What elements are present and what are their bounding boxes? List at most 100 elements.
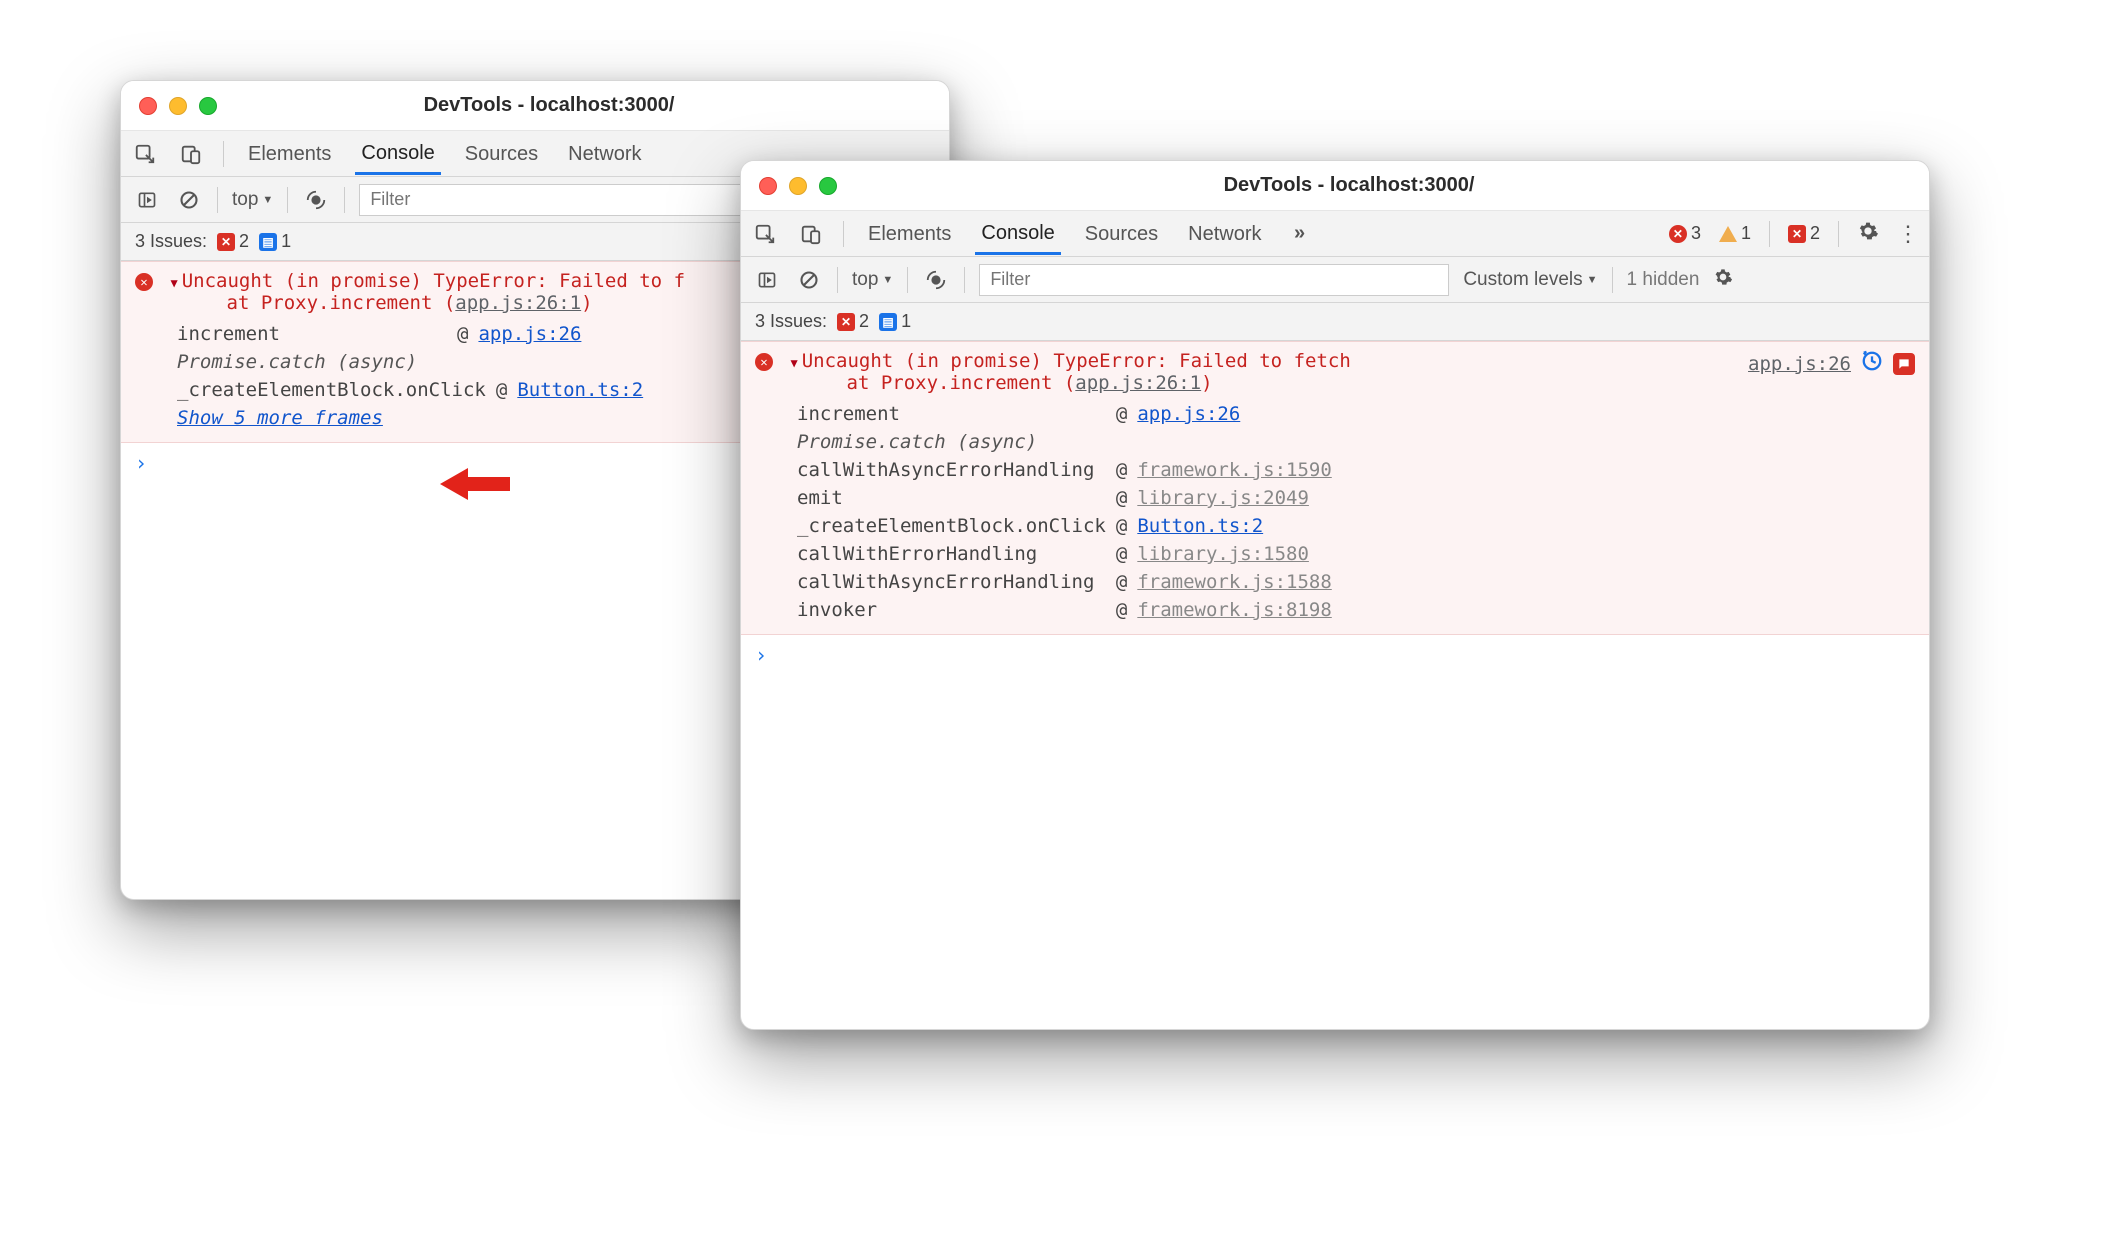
issues-label: 3 Issues:	[135, 231, 207, 252]
stack-location-link[interactable]: Button.ts:2	[1137, 515, 1263, 537]
stack-fn: _createElementBlock.onClick	[177, 379, 486, 401]
error-count-badge[interactable]: ✕ 3	[1669, 223, 1701, 244]
console-settings-icon[interactable]	[1713, 267, 1733, 293]
stack-at: @	[1116, 571, 1127, 593]
warning-count-badge[interactable]: 1	[1719, 223, 1751, 244]
window-title: DevTools - localhost:3000/	[847, 174, 1851, 197]
stack-fn: callWithAsyncErrorHandling	[797, 571, 1106, 593]
divider	[287, 187, 288, 213]
stack-fn: emit	[797, 487, 1106, 509]
divider	[907, 267, 908, 293]
device-icon[interactable]	[797, 220, 825, 248]
inspect-icon[interactable]	[131, 140, 159, 168]
stack-frame: _createElementBlock.onClick@Button.ts:2	[797, 512, 1915, 540]
stack-location-link[interactable]: framework.js:1590	[1137, 459, 1331, 481]
issues-error-badge[interactable]: ✕ 2	[837, 311, 869, 332]
feedback-icon[interactable]	[1893, 353, 1915, 375]
async-boundary: Promise.catch (async)	[177, 351, 417, 373]
context-selector[interactable]: top ▼	[852, 269, 893, 291]
chevron-down-icon[interactable]: ▼	[170, 276, 177, 290]
console-body: app.js:26 ✕ ▼Uncaught (in promise) TypeE…	[741, 341, 1929, 675]
error-source-link[interactable]: app.js:26	[1748, 353, 1851, 375]
stack-at: @	[457, 323, 468, 345]
tabstrip: Elements Console Sources Network » ✕ 3 1…	[741, 211, 1929, 257]
issues-error-badge[interactable]: ✕ 2	[217, 231, 249, 252]
kebab-menu-icon[interactable]: ⋮	[1897, 221, 1919, 247]
stack-fn: _createElementBlock.onClick	[797, 515, 1106, 537]
error-icon: ✕	[755, 353, 773, 371]
error-icon: ✕	[135, 273, 153, 291]
tab-sources[interactable]: Sources	[459, 133, 544, 175]
issues-quick-badge[interactable]: ✕ 2	[1788, 223, 1820, 244]
stack-location-link[interactable]: library.js:1580	[1137, 543, 1309, 565]
gear-icon[interactable]	[1857, 220, 1879, 248]
sidebar-toggle-icon[interactable]	[753, 266, 781, 294]
annotation-arrow-icon	[440, 465, 510, 503]
stack-frame: callWithAsyncErrorHandling @ framework.js…	[797, 568, 1915, 596]
console-prompt[interactable]: ›	[741, 635, 1929, 675]
levels-selector[interactable]: Custom levels ▼	[1463, 269, 1597, 291]
issues-bar: 3 Issues: ✕ 2 ▤ 1	[741, 303, 1929, 341]
tab-network[interactable]: Network	[562, 133, 647, 175]
minimize-icon[interactable]	[789, 177, 807, 195]
live-expression-icon[interactable]	[302, 186, 330, 214]
tab-console[interactable]: Console	[975, 212, 1060, 255]
tab-network[interactable]: Network	[1182, 213, 1267, 255]
console-toolbar: top ▼ Custom levels ▼ 1 hidden	[741, 257, 1929, 303]
zoom-icon[interactable]	[199, 97, 217, 115]
traffic-lights	[139, 97, 217, 115]
error-message: Uncaught (in promise) TypeError: Failed …	[135, 270, 685, 314]
issues-message-badge[interactable]: ▤ 1	[259, 231, 291, 252]
divider	[223, 141, 224, 167]
divider	[843, 221, 844, 247]
divider	[1769, 221, 1770, 247]
tab-console[interactable]: Console	[355, 132, 440, 175]
filter-input[interactable]	[979, 264, 1449, 296]
stack-location-link[interactable]: framework.js:1588	[1137, 571, 1331, 593]
minimize-icon[interactable]	[169, 97, 187, 115]
context-selector[interactable]: top ▼	[232, 189, 273, 211]
traffic-lights	[759, 177, 837, 195]
more-tabs-icon[interactable]: »	[1286, 220, 1314, 248]
stack-fn: callWithErrorHandling	[797, 543, 1106, 565]
close-icon[interactable]	[759, 177, 777, 195]
tab-elements[interactable]: Elements	[862, 213, 957, 255]
stack-at: @	[1116, 403, 1127, 425]
zoom-icon[interactable]	[819, 177, 837, 195]
stack-frame: callWithAsyncErrorHandling @framework.js…	[797, 456, 1915, 484]
stack-location-link[interactable]: app.js:26	[478, 323, 581, 345]
stack-at: @	[1116, 487, 1127, 509]
stack-fn: increment	[797, 403, 1106, 425]
stack-at: @	[496, 379, 507, 401]
clear-console-icon[interactable]	[795, 266, 823, 294]
error-source: app.js:26	[1748, 350, 1915, 377]
device-icon[interactable]	[177, 140, 205, 168]
stack-head-link[interactable]: app.js:26:1	[1075, 372, 1201, 394]
stack-location-link[interactable]: Button.ts:2	[517, 379, 643, 401]
tab-elements[interactable]: Elements	[242, 133, 337, 175]
stack-location-link[interactable]: framework.js:8198	[1137, 599, 1331, 621]
stack-at: @	[1116, 459, 1127, 481]
close-icon[interactable]	[139, 97, 157, 115]
stack-frame: emit @ library.js:2049	[797, 484, 1915, 512]
live-expression-icon[interactable]	[922, 266, 950, 294]
stack-head-link[interactable]: app.js:26:1	[455, 292, 581, 314]
stack-location-link[interactable]: library.js:2049	[1137, 487, 1309, 509]
divider	[964, 267, 965, 293]
stack-fn: invoker	[797, 599, 1106, 621]
window-title: DevTools - localhost:3000/	[227, 94, 871, 117]
sidebar-toggle-icon[interactable]	[133, 186, 161, 214]
hidden-count[interactable]: 1 hidden	[1627, 269, 1700, 291]
issues-message-badge[interactable]: ▤ 1	[879, 311, 911, 332]
stack-location-link[interactable]: app.js:26	[1137, 403, 1240, 425]
devtools-window: DevTools - localhost:3000/ Elements Cons…	[740, 160, 1930, 1030]
stack-frame: increment @ app.js:26	[797, 400, 1915, 428]
tab-sources[interactable]: Sources	[1079, 213, 1164, 255]
stack-at: @	[1116, 599, 1127, 621]
chevron-down-icon[interactable]: ▼	[790, 356, 797, 370]
inspect-icon[interactable]	[751, 220, 779, 248]
clear-console-icon[interactable]	[175, 186, 203, 214]
console-error: app.js:26 ✕ ▼Uncaught (in promise) TypeE…	[741, 341, 1929, 635]
replay-xhr-icon[interactable]	[1861, 350, 1883, 377]
stack-at: @	[1116, 543, 1127, 565]
